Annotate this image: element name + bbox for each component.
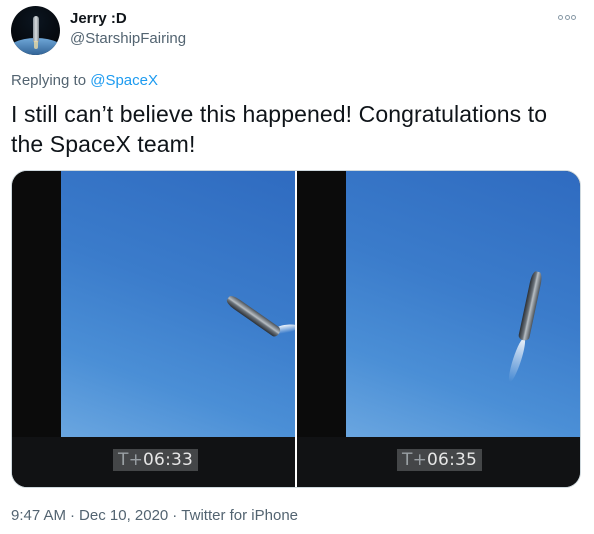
timecode-label: T+06:33	[113, 449, 199, 471]
timecode-prefix: T+	[402, 450, 428, 470]
author-names: Jerry :D @StarshipFairing	[70, 9, 186, 49]
tweet-time[interactable]: 9:47 AM	[11, 507, 66, 524]
author-handle[interactable]: @StarshipFairing	[70, 29, 186, 49]
starship-rocket	[222, 291, 295, 351]
exhaust-plume	[506, 336, 528, 384]
more-options-icon[interactable]	[555, 8, 579, 26]
tweet-source: Twitter for iPhone	[181, 507, 298, 524]
media-grid: T+06:33 T+06:35	[11, 170, 581, 488]
timecode-value: 06:35	[427, 450, 478, 470]
replying-to: Replying to @SpaceX	[11, 71, 158, 91]
tweet-date[interactable]: Dec 10, 2020	[79, 507, 168, 524]
media-image-1[interactable]: T+06:33	[12, 171, 295, 487]
avatar-flame	[34, 41, 38, 49]
replying-to-link[interactable]: @SpaceX	[90, 72, 158, 89]
footer-separator: ·	[172, 507, 178, 524]
tweet-text: I still can’t believe this happened! Con…	[11, 101, 548, 157]
avatar[interactable]	[11, 6, 60, 55]
media-image-2[interactable]: T+06:35	[297, 171, 580, 487]
avatar-starship	[33, 16, 39, 42]
author-display-name[interactable]: Jerry :D	[70, 9, 186, 29]
starship-rocket	[505, 270, 565, 384]
timecode-prefix: T+	[118, 450, 144, 470]
replying-to-label: Replying to	[11, 72, 87, 89]
tweet-footer: 9:47 AM · Dec 10, 2020 · Twitter for iPhone	[11, 506, 298, 526]
timecode-label: T+06:35	[397, 449, 483, 471]
tweet-header: Jerry :D @StarshipFairing	[11, 6, 583, 56]
footer-separator: ·	[70, 507, 76, 524]
starship-body	[517, 270, 544, 342]
starship-body	[224, 293, 283, 339]
tweet-card: Jerry :D @StarshipFairing Replying to @S…	[0, 0, 594, 534]
timecode-value: 06:33	[143, 450, 194, 470]
